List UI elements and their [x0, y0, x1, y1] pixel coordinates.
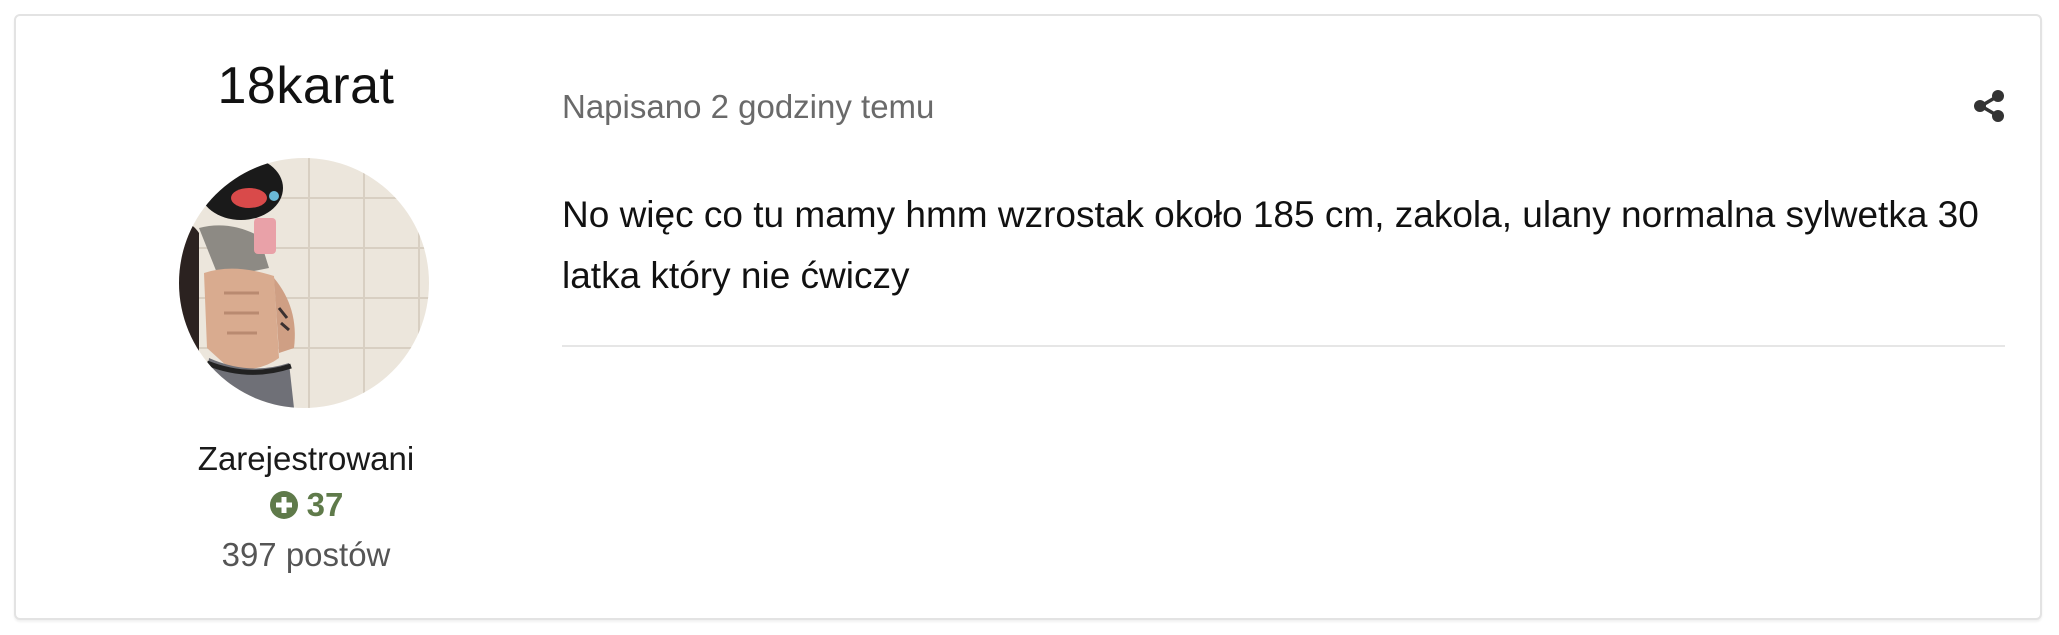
post-count: 397 postów — [221, 536, 391, 573]
divider — [562, 345, 2005, 347]
plus-circle-icon — [269, 491, 298, 519]
author-name[interactable]: 18karat — [161, 56, 451, 116]
author-panel: 18karat Zarejestrowani 37 397 postów — [161, 16, 451, 618]
avatar-image — [179, 158, 429, 408]
post-card: 18karat Zarejestrowani 37 397 postów Nap… — [14, 14, 2042, 620]
share-icon[interactable] — [1973, 89, 2005, 123]
reputation-value: 37 — [306, 486, 344, 523]
post-content: No więc co tu mamy hmm wzrostak około 18… — [562, 194, 1979, 296]
reputation-badge[interactable]: 37 — [161, 486, 451, 524]
member-group: Zarejestrowani — [197, 440, 415, 477]
avatar[interactable] — [179, 158, 429, 408]
post-timestamp[interactable]: Napisano 2 godziny temu — [562, 88, 934, 126]
